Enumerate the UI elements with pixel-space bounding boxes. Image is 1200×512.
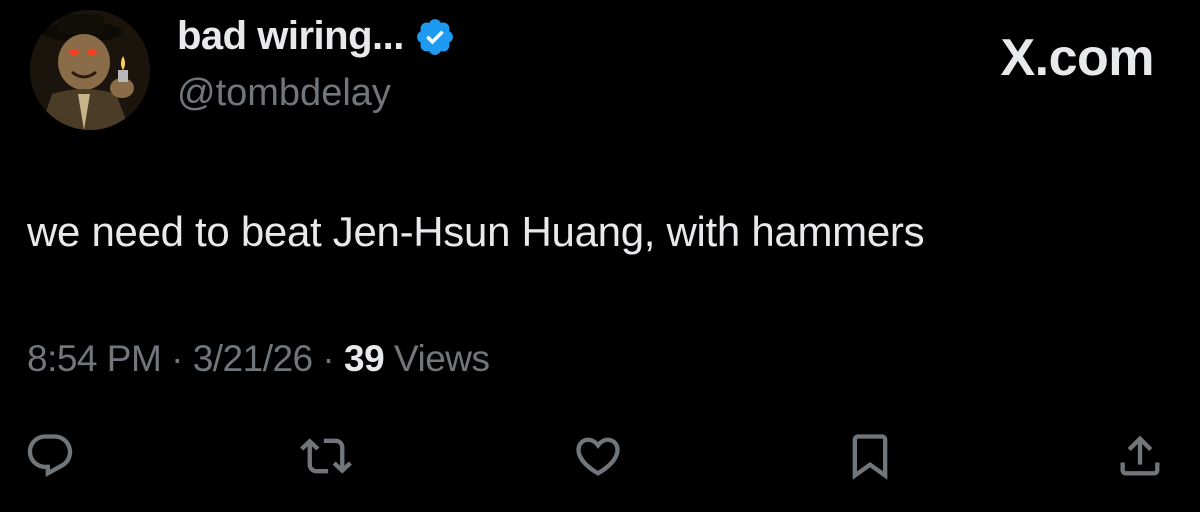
retweet-button[interactable] xyxy=(298,428,354,484)
reply-icon xyxy=(27,434,73,478)
bookmark-button[interactable] xyxy=(842,428,898,484)
views-count: 39 xyxy=(344,338,385,379)
display-name-text[interactable]: bad wiring... xyxy=(177,14,404,59)
tweet-date[interactable]: 3/21/26 xyxy=(193,338,313,379)
verified-badge-icon xyxy=(414,16,456,58)
brand-logo: X.com xyxy=(1000,29,1154,87)
tweet-text: we need to beat Jen-Hsun Huang, with ham… xyxy=(27,208,925,255)
share-button[interactable] xyxy=(1112,428,1168,484)
bookmark-icon xyxy=(852,434,888,480)
meta-separator: · xyxy=(322,338,335,379)
display-name[interactable]: bad wiring... xyxy=(177,14,456,59)
avatar[interactable] xyxy=(30,10,150,130)
reply-button[interactable] xyxy=(22,428,78,484)
tweet-metadata: 8:54 PM · 3/21/26 · 39 Views xyxy=(27,338,490,380)
meta-separator: · xyxy=(171,338,183,379)
like-icon xyxy=(576,437,620,476)
share-icon xyxy=(1120,435,1160,476)
user-handle[interactable]: @tombdelay xyxy=(177,72,391,115)
like-button[interactable] xyxy=(570,428,626,484)
tweet-action-bar xyxy=(0,428,1200,484)
retweet-icon xyxy=(300,438,352,474)
tweet-time[interactable]: 8:54 PM xyxy=(27,338,162,379)
avatar-image xyxy=(30,10,150,130)
views-label: Views xyxy=(393,338,490,379)
